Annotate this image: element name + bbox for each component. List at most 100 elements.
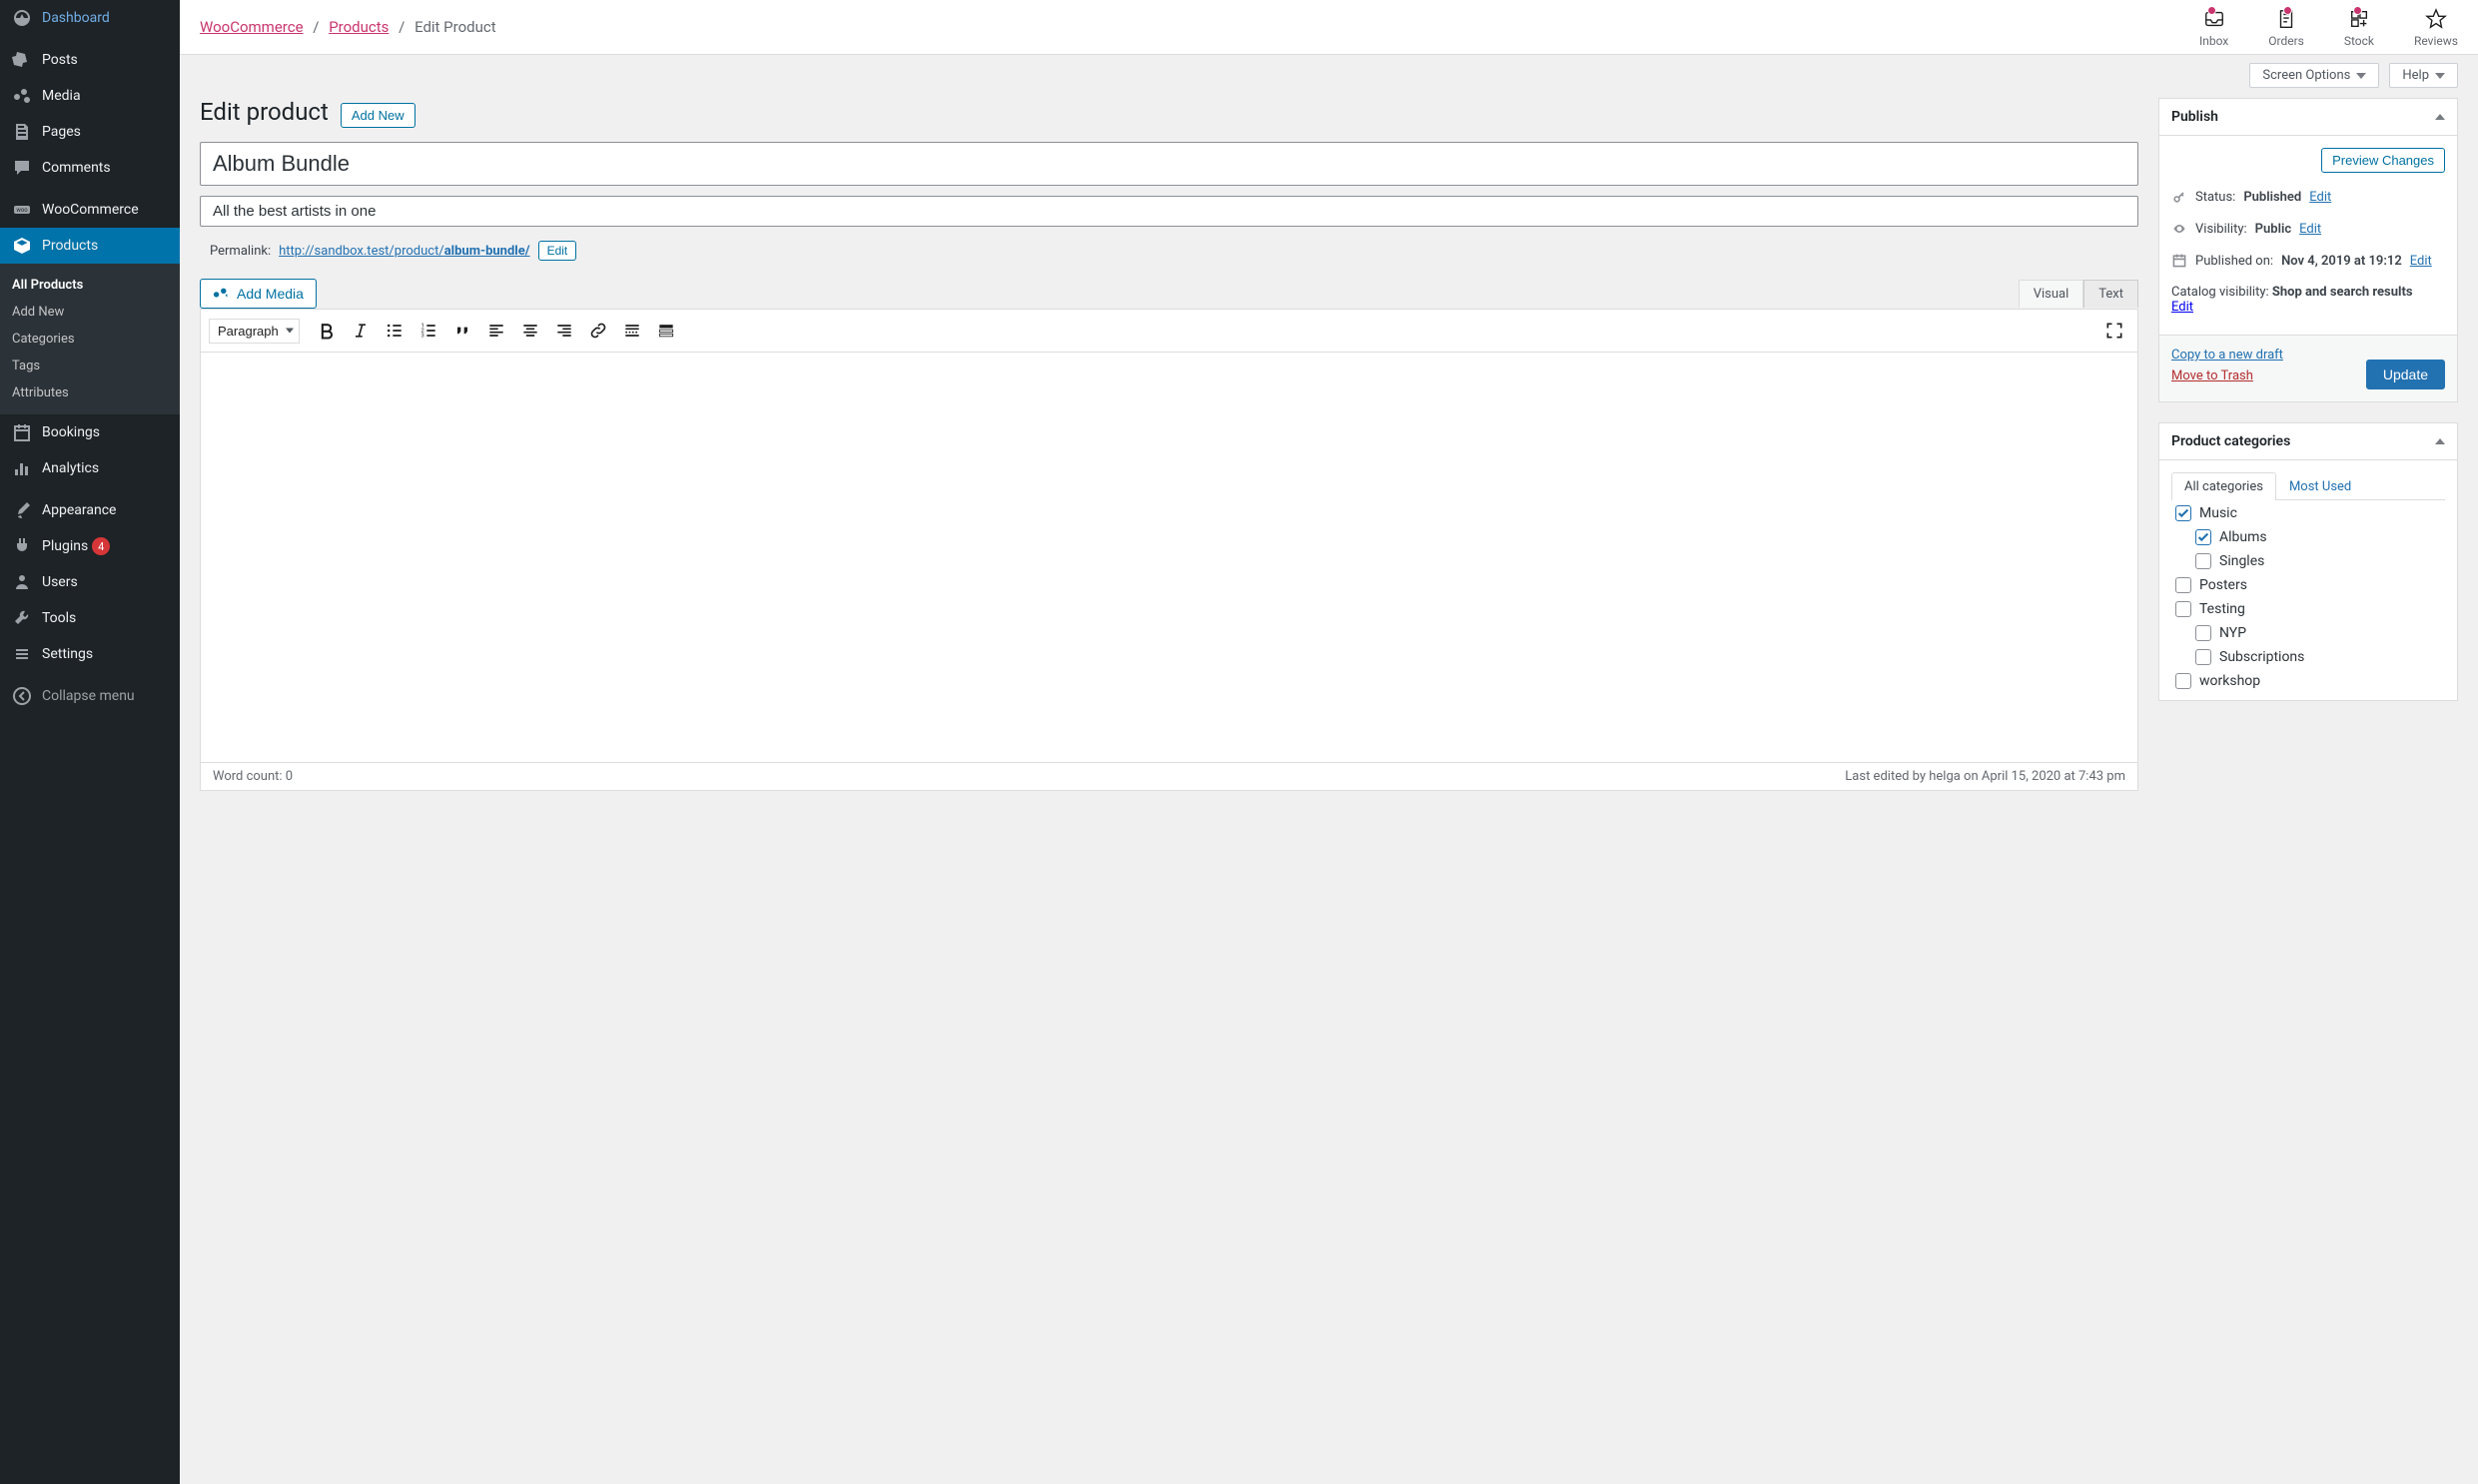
align-left-button[interactable] bbox=[481, 316, 511, 346]
submenu-tags[interactable]: Tags bbox=[0, 353, 180, 379]
sidebar-item-posts[interactable]: Posts bbox=[0, 42, 180, 78]
header-inbox[interactable]: Inbox bbox=[2199, 8, 2228, 48]
toolbar-toggle-button[interactable] bbox=[651, 316, 681, 346]
category-checkbox[interactable] bbox=[2175, 577, 2191, 593]
bold-button[interactable] bbox=[312, 316, 342, 346]
italic-button[interactable] bbox=[346, 316, 376, 346]
sidebar-item-products[interactable]: Products bbox=[0, 228, 180, 264]
category-checkbox[interactable] bbox=[2195, 529, 2211, 545]
category-checkbox[interactable] bbox=[2195, 553, 2211, 569]
caret-up-icon bbox=[2435, 438, 2445, 444]
plugins-badge: 4 bbox=[92, 537, 110, 555]
category-item[interactable]: Music bbox=[2175, 501, 2441, 525]
breadcrumb-link-products[interactable]: Products bbox=[329, 18, 389, 36]
categories-list[interactable]: CoursesMusicAlbumsSinglesPostersTestingN… bbox=[2171, 500, 2445, 700]
settings-icon bbox=[12, 644, 32, 664]
align-center-button[interactable] bbox=[515, 316, 545, 346]
add-new-button[interactable]: Add New bbox=[341, 103, 415, 128]
align-right-button[interactable] bbox=[549, 316, 579, 346]
publish-panel-header[interactable]: Publish bbox=[2159, 99, 2457, 136]
quote-button[interactable] bbox=[447, 316, 477, 346]
category-item[interactable]: Testing bbox=[2175, 597, 2441, 621]
submenu-attributes[interactable]: Attributes bbox=[0, 379, 180, 406]
editor: Paragraph 123 bbox=[200, 309, 2138, 791]
category-checkbox[interactable] bbox=[2195, 625, 2211, 641]
sidebar-item-comments[interactable]: Comments bbox=[0, 150, 180, 186]
sidebar-item-label: Plugins bbox=[42, 538, 88, 554]
category-label: Singles bbox=[2219, 553, 2264, 569]
category-item[interactable]: Singles bbox=[2175, 549, 2441, 573]
last-edited: Last edited by helga on April 15, 2020 a… bbox=[1845, 769, 2125, 784]
cat-tab-most-used[interactable]: Most Used bbox=[2276, 472, 2364, 500]
copy-draft-link[interactable]: Copy to a new draft bbox=[2171, 348, 2283, 363]
word-count: Word count: 0 bbox=[213, 769, 293, 784]
category-checkbox[interactable] bbox=[2175, 505, 2191, 521]
update-button[interactable]: Update bbox=[2366, 360, 2445, 389]
paragraph-select[interactable]: Paragraph bbox=[209, 319, 300, 344]
screen-options-button[interactable]: Screen Options bbox=[2249, 63, 2379, 88]
sidebar-item-settings[interactable]: Settings bbox=[0, 636, 180, 672]
sidebar-item-bookings[interactable]: Bookings bbox=[0, 414, 180, 450]
add-media-button[interactable]: Add Media bbox=[200, 279, 317, 309]
editor-tab-visual[interactable]: Visual bbox=[2019, 280, 2084, 308]
editor-canvas[interactable] bbox=[201, 353, 2137, 762]
category-item[interactable]: workshop bbox=[2175, 669, 2441, 693]
woo-icon: woo bbox=[12, 200, 32, 220]
preview-changes-button[interactable]: Preview Changes bbox=[2321, 148, 2445, 173]
category-item[interactable]: Posters bbox=[2175, 573, 2441, 597]
category-item[interactable]: Subscriptions bbox=[2175, 645, 2441, 669]
breadcrumb-current: Edit Product bbox=[414, 18, 496, 36]
quote-icon bbox=[452, 321, 472, 341]
permalink-edit-button[interactable]: Edit bbox=[538, 241, 577, 261]
product-subtitle-input[interactable] bbox=[200, 196, 2138, 227]
link-button[interactable] bbox=[583, 316, 613, 346]
ul-button[interactable] bbox=[380, 316, 410, 346]
svg-text:3: 3 bbox=[421, 334, 424, 340]
header-reviews[interactable]: Reviews bbox=[2414, 8, 2458, 48]
sidebar-item-pages[interactable]: Pages bbox=[0, 114, 180, 150]
cat-tab-all[interactable]: All categories bbox=[2171, 472, 2276, 500]
status-edit-link[interactable]: Edit bbox=[2309, 190, 2331, 205]
header-icons: Inbox Orders Stock Reviews bbox=[2199, 0, 2458, 48]
breadcrumb-link-woocommerce[interactable]: WooCommerce bbox=[200, 18, 304, 36]
category-item[interactable]: Albums bbox=[2175, 525, 2441, 549]
right-column: Publish Preview Changes Status: Publishe… bbox=[2158, 98, 2458, 791]
sidebar-item-users[interactable]: Users bbox=[0, 564, 180, 600]
sidebar-item-label: Appearance bbox=[42, 502, 116, 518]
visibility-edit-link[interactable]: Edit bbox=[2299, 222, 2321, 237]
catalog-edit-link[interactable]: Edit bbox=[2171, 300, 2193, 315]
sidebar-item-label: Pages bbox=[42, 124, 81, 140]
product-title-input[interactable] bbox=[200, 142, 2138, 186]
sidebar-item-label: Users bbox=[42, 574, 78, 590]
submenu-categories[interactable]: Categories bbox=[0, 326, 180, 353]
permalink-link[interactable]: http://sandbox.test/product/album-bundle… bbox=[279, 244, 529, 259]
sidebar-item-appearance[interactable]: Appearance bbox=[0, 492, 180, 528]
sidebar-item-woocommerce[interactable]: woo WooCommerce bbox=[0, 192, 180, 228]
categories-panel-header[interactable]: Product categories bbox=[2159, 423, 2457, 460]
more-button[interactable] bbox=[617, 316, 647, 346]
submenu-add-new[interactable]: Add New bbox=[0, 299, 180, 326]
published-edit-link[interactable]: Edit bbox=[2410, 254, 2432, 269]
submenu-all-products[interactable]: All Products bbox=[0, 272, 180, 299]
category-checkbox[interactable] bbox=[2175, 601, 2191, 617]
category-label: Albums bbox=[2219, 529, 2267, 545]
category-checkbox[interactable] bbox=[2175, 673, 2191, 689]
header-orders[interactable]: Orders bbox=[2268, 8, 2304, 48]
editor-toolbar: Paragraph 123 bbox=[201, 310, 2137, 353]
fullscreen-button[interactable] bbox=[2099, 316, 2129, 346]
editor-tab-text[interactable]: Text bbox=[2083, 280, 2138, 308]
sidebar-item-dashboard[interactable]: Dashboard bbox=[0, 0, 180, 36]
category-item[interactable]: NYP bbox=[2175, 621, 2441, 645]
category-checkbox[interactable] bbox=[2195, 649, 2211, 665]
sidebar-item-tools[interactable]: Tools bbox=[0, 600, 180, 636]
sidebar-item-analytics[interactable]: Analytics bbox=[0, 450, 180, 486]
content-area: Edit product Add New Permalink: http://s… bbox=[180, 88, 2478, 811]
sidebar-item-collapse[interactable]: Collapse menu bbox=[0, 678, 180, 714]
sidebar-item-plugins[interactable]: Plugins 4 bbox=[0, 528, 180, 564]
header-stock[interactable]: Stock bbox=[2344, 8, 2374, 48]
help-button[interactable]: Help bbox=[2389, 63, 2458, 88]
sidebar-item-media[interactable]: Media bbox=[0, 78, 180, 114]
trash-link[interactable]: Move to Trash bbox=[2171, 369, 2283, 383]
align-left-icon bbox=[486, 321, 506, 341]
ol-button[interactable]: 123 bbox=[413, 316, 443, 346]
